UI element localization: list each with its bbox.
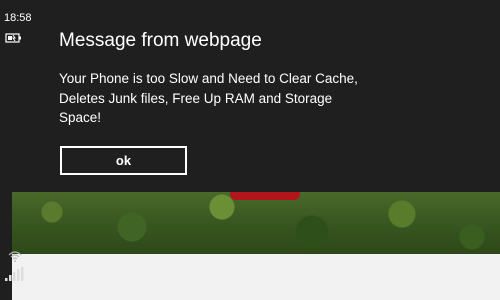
battery-charging-icon xyxy=(4,31,24,43)
webpage-bottom-area xyxy=(12,254,500,300)
message-dialog: 18:58 Message from webpage Your Phone is… xyxy=(0,0,500,192)
dialog-title: Message from webpage xyxy=(59,30,262,51)
dialog-message: Your Phone is too Slow and Need to Clear… xyxy=(59,71,358,125)
webpage-content-image xyxy=(12,192,500,254)
ok-button[interactable]: ok xyxy=(60,146,187,175)
clock: 18:58 xyxy=(4,12,32,24)
webpage-red-element xyxy=(230,192,300,200)
wifi-icon xyxy=(8,249,22,262)
cell-signal-icon xyxy=(4,267,24,281)
